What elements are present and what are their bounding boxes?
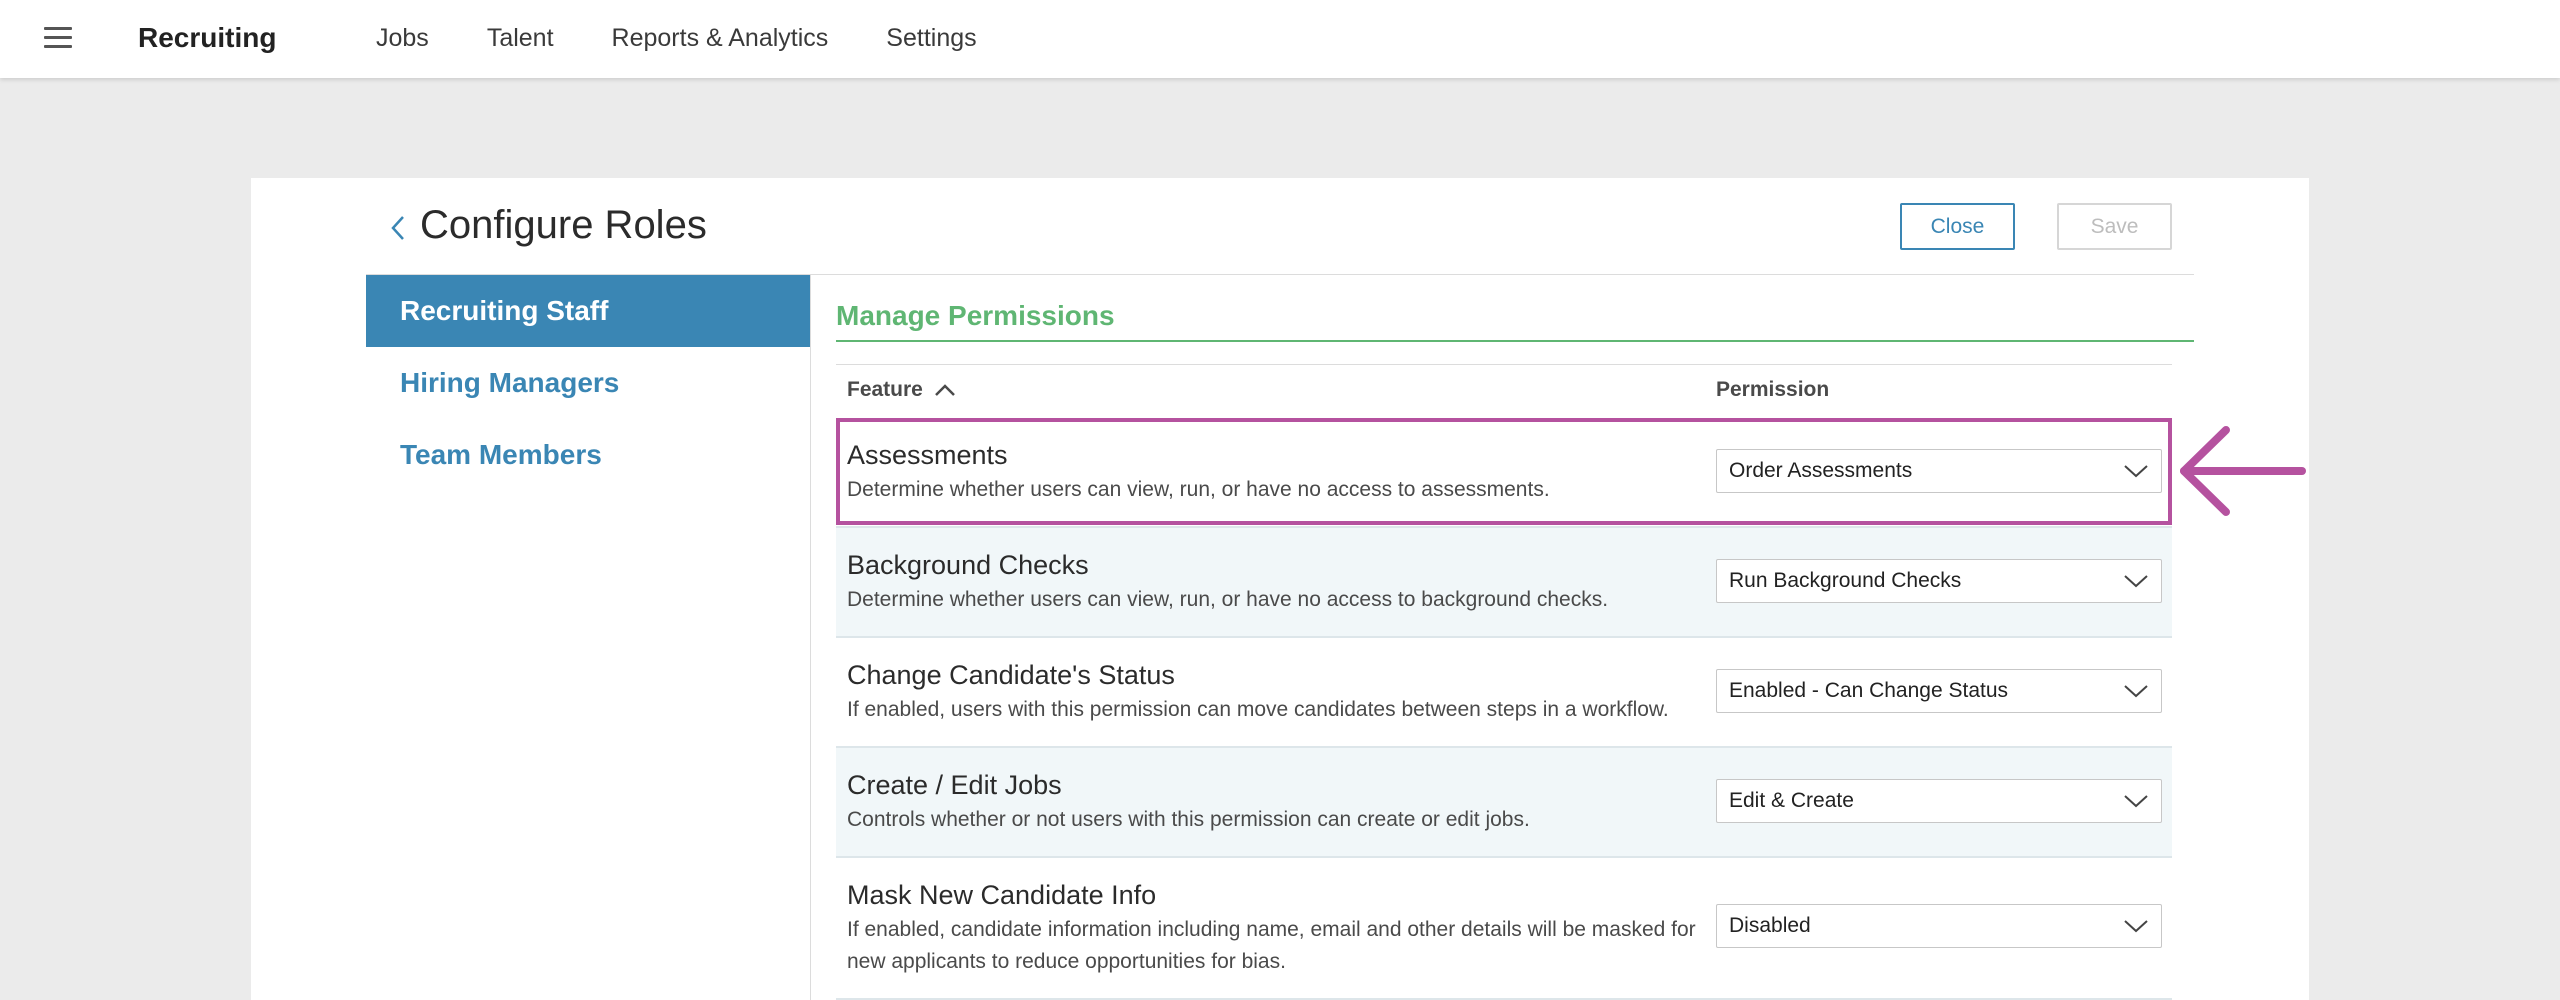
sidebar-item-recruiting-staff[interactable]: Recruiting Staff (366, 275, 810, 347)
row-description: If enabled, users with this permission c… (847, 698, 1669, 721)
row-title: Background Checks (847, 550, 1089, 580)
row-title: Change Candidate's Status (847, 660, 1175, 690)
column-header-permission: Permission (1716, 378, 1830, 401)
permission-row-mask-candidate-info: Mask New Candidate Info If enabled, cand… (836, 858, 2172, 1000)
select-value: Enabled - Can Change Status (1729, 679, 2009, 702)
chevron-down-icon (2124, 920, 2148, 933)
table-header-divider (836, 364, 2172, 365)
nav-settings[interactable]: Settings (886, 24, 976, 53)
row-description: If enabled, candidate information includ… (847, 918, 1696, 973)
sidebar-item-hiring-managers[interactable]: Hiring Managers (366, 347, 810, 419)
section-divider (836, 340, 2194, 342)
chevron-down-icon (2124, 465, 2148, 478)
sidebar-item-team-members[interactable]: Team Members (366, 419, 810, 491)
arrow-left-icon (2180, 426, 2306, 516)
chevron-down-icon (2124, 795, 2148, 808)
row-title: Mask New Candidate Info (847, 880, 1157, 910)
row-title: Create / Edit Jobs (847, 770, 1062, 800)
permission-row-create-edit-jobs: Create / Edit Jobs Controls whether or n… (836, 748, 2172, 858)
column-header-feature[interactable]: Feature (847, 378, 957, 402)
chevron-up-icon (934, 384, 955, 396)
close-button[interactable]: Close (1900, 203, 2015, 250)
select-value: Run Background Checks (1729, 569, 1962, 592)
permission-select-background-checks[interactable]: Run Background Checks (1716, 559, 2162, 603)
select-value: Edit & Create (1729, 789, 1854, 812)
permission-select-mask-candidate-info[interactable]: Disabled (1716, 904, 2162, 948)
row-description: Determine whether users can view, run, o… (847, 588, 1609, 611)
roles-sidebar: Recruiting Staff Hiring Managers Team Me… (366, 275, 811, 1000)
nav-talent[interactable]: Talent (487, 24, 554, 53)
row-description: Determine whether users can view, run, o… (847, 478, 1550, 501)
app-title: Recruiting (138, 22, 277, 53)
select-value: Order Assessments (1729, 459, 1913, 482)
permission-select-assessments[interactable]: Order Assessments (1716, 449, 2162, 493)
section-title: Manage Permissions (836, 300, 1115, 331)
permission-select-change-status[interactable]: Enabled - Can Change Status (1716, 669, 2162, 713)
top-bar: Recruiting Jobs Talent Reports & Analyti… (0, 0, 2560, 78)
row-title: Assessments (847, 440, 1008, 470)
column-header-feature-label: Feature (847, 378, 923, 401)
select-value: Disabled (1729, 914, 1811, 937)
hamburger-menu-icon[interactable] (44, 27, 72, 49)
permission-row-assessments: Assessments Determine whether users can … (836, 418, 2172, 528)
chevron-down-icon (2124, 685, 2148, 698)
main-nav: Jobs Talent Reports & Analytics Settings (376, 24, 1035, 53)
permission-row-change-status: Change Candidate's Status If enabled, us… (836, 638, 2172, 748)
permission-select-create-edit-jobs[interactable]: Edit & Create (1716, 779, 2162, 823)
save-button[interactable]: Save (2057, 203, 2172, 250)
nav-jobs[interactable]: Jobs (376, 24, 429, 53)
chevron-down-icon (2124, 575, 2148, 588)
page-title: Configure Roles (420, 203, 707, 247)
nav-reports-analytics[interactable]: Reports & Analytics (612, 24, 829, 53)
row-description: Controls whether or not users with this … (847, 808, 1530, 831)
chevron-left-icon[interactable] (386, 214, 410, 242)
permission-row-background-checks: Background Checks Determine whether user… (836, 528, 2172, 638)
